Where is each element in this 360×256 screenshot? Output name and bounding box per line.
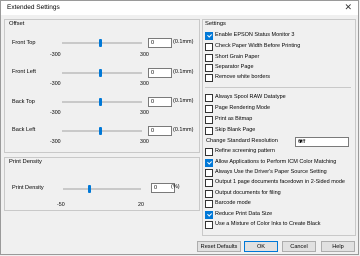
print-density-unit: (%) [171, 184, 180, 190]
checkbox-icon[interactable] [205, 54, 213, 62]
separator [205, 87, 351, 88]
title-bar: Extended Settings ✕ [1, 1, 358, 15]
checkbox-label: Use a Mixture of Color Inks to Create Bl… [215, 220, 321, 227]
back-top-min: -300 [50, 110, 61, 116]
checkbox-icon[interactable] [205, 200, 213, 208]
checkbox-icon[interactable] [205, 105, 213, 113]
checkbox-label: Print as Bitmap [215, 115, 253, 122]
print-density-group-label: Print Density [9, 159, 42, 165]
front-left-label: Front Left [12, 69, 36, 75]
front-left-unit: (0.1mm) [173, 69, 194, 75]
checkbox-label: Remove white borders [215, 73, 271, 80]
checkbox-icon[interactable] [205, 116, 213, 124]
front-top-input[interactable]: 0 [148, 38, 172, 48]
back-left-slider-thumb[interactable] [99, 127, 102, 135]
help-button[interactable]: Help [321, 241, 355, 252]
checkbox-icon[interactable] [205, 179, 213, 187]
checkbox-label: Output documents for filing [215, 189, 281, 196]
back-top-unit: (0.1mm) [173, 98, 194, 104]
checkbox-icon[interactable] [205, 169, 213, 177]
print-density-slider[interactable] [63, 188, 141, 190]
front-left-slider-thumb[interactable] [99, 69, 102, 77]
close-icon[interactable]: ✕ [344, 2, 352, 13]
settings-group-label: Settings [205, 21, 226, 27]
checkbox-label: Reduce Print Data Size [215, 210, 273, 217]
chevron-down-icon: ▼ [298, 139, 303, 145]
back-left-slider[interactable] [62, 130, 142, 132]
ok-button[interactable]: OK [244, 241, 278, 252]
checkbox-label: Allow Applications to Perform ICM Color … [215, 158, 337, 165]
back-left-unit: (0.1mm) [173, 127, 194, 133]
checkbox-label: Refine screening pattern [215, 147, 275, 154]
checkbox-label: Always Spool RAW Datatype [215, 93, 286, 100]
cancel-button[interactable]: Cancel [282, 241, 316, 252]
checkbox-icon[interactable] [205, 74, 213, 82]
checkbox-label: Short Grain Paper [215, 53, 260, 60]
front-top-slider-thumb[interactable] [99, 39, 102, 47]
print-density-max: 20 [138, 202, 144, 208]
back-top-label: Back Top [12, 99, 35, 105]
back-top-slider-thumb[interactable] [99, 98, 102, 106]
front-top-unit: (0.1mm) [173, 39, 194, 45]
print-density-label: Print Density [12, 185, 44, 191]
back-left-label: Back Left [12, 127, 36, 133]
checkbox-icon[interactable] [205, 43, 213, 51]
checkbox-label: Output 1 page documents facedown in 2-Si… [215, 178, 345, 185]
checkbox-icon[interactable] [205, 148, 213, 156]
checkbox-label: Barcode mode [215, 199, 251, 206]
checkbox-label: Enable EPSON Status Monitor 3 [215, 31, 295, 38]
checkbox-icon[interactable] [205, 64, 213, 72]
front-left-max: 300 [140, 81, 149, 87]
extended-settings-dialog: Extended Settings ✕ Offset Front Top 0 (… [0, 0, 359, 255]
front-top-slider[interactable] [62, 42, 142, 44]
checkbox-label: Page Rendering Mode [215, 104, 271, 111]
checkbox-icon[interactable] [205, 159, 213, 167]
checkbox-icon[interactable] [205, 127, 213, 135]
checkbox-label: Separator Page [215, 63, 254, 70]
print-density-slider-thumb[interactable] [88, 185, 91, 193]
checkbox-label: Always Use the Driver's Paper Source Set… [215, 168, 327, 175]
checkbox-label: Skip Blank Page [215, 126, 256, 133]
back-left-input[interactable]: 0 [148, 126, 172, 136]
checkbox-icon[interactable] [205, 32, 213, 40]
checkbox-icon[interactable] [205, 94, 213, 102]
front-left-slider[interactable] [62, 72, 142, 74]
change-resolution-label: Change Standard Resolution [206, 138, 278, 144]
dialog-title: Extended Settings [7, 4, 60, 11]
back-top-max: 300 [140, 110, 149, 116]
front-top-label: Front Top [12, 40, 36, 46]
checkbox-icon[interactable] [205, 190, 213, 198]
front-left-min: -300 [50, 81, 61, 87]
change-resolution-select[interactable]: Off ▼ [295, 137, 349, 147]
back-left-min: -300 [50, 139, 61, 145]
front-left-input[interactable]: 0 [148, 68, 172, 78]
checkbox-label: Check Paper Width Before Printing [215, 42, 301, 49]
reset-defaults-button[interactable]: Reset Defaults [197, 241, 241, 252]
front-top-min: -300 [50, 52, 61, 58]
checkbox-icon[interactable] [205, 221, 213, 229]
back-top-slider[interactable] [62, 101, 142, 103]
print-density-min: -50 [57, 202, 65, 208]
back-left-max: 300 [140, 139, 149, 145]
offset-group-label: Offset [9, 21, 25, 27]
front-top-max: 300 [140, 52, 149, 58]
back-top-input[interactable]: 0 [148, 97, 172, 107]
checkbox-icon[interactable] [205, 211, 213, 219]
